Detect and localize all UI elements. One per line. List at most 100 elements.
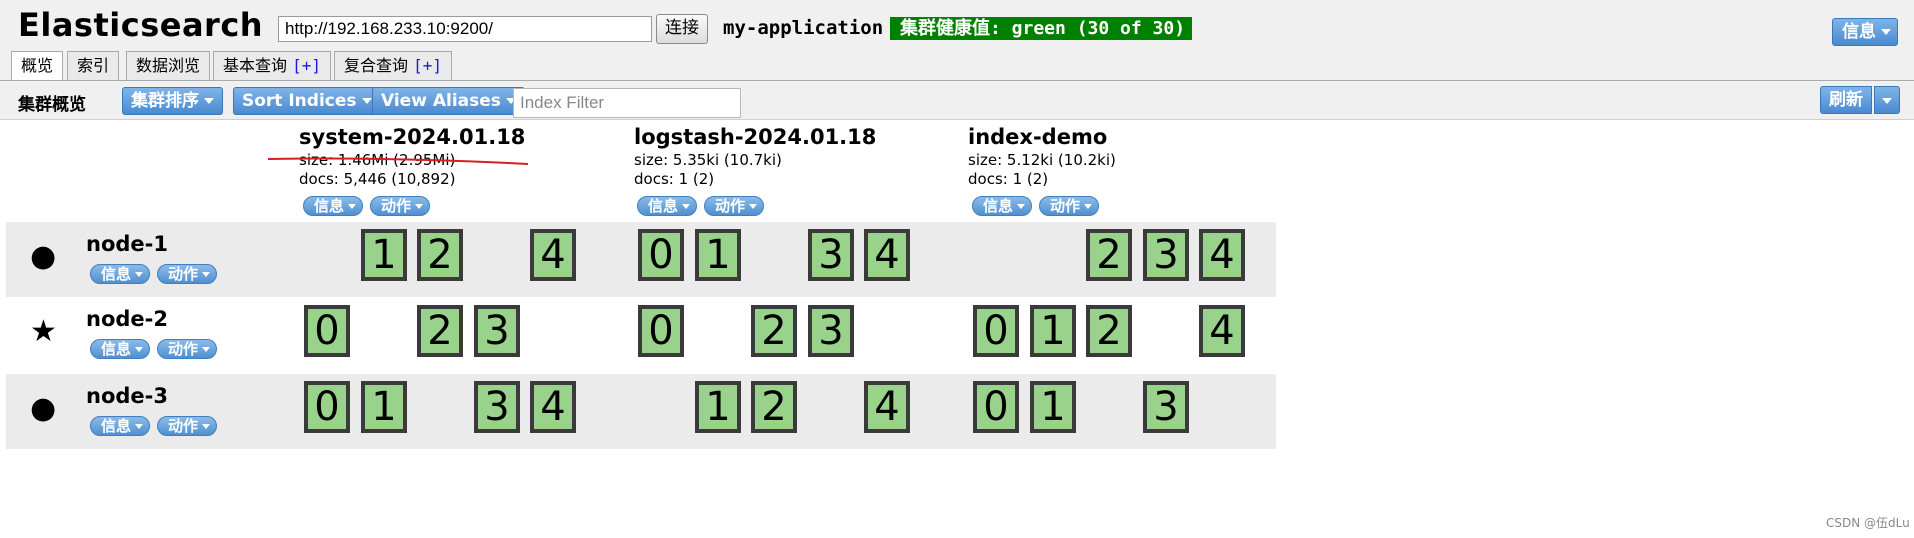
refresh-group: 刷新 — [1820, 86, 1900, 114]
chevron-down-icon — [348, 204, 357, 209]
index-action-button[interactable]: 动作 — [370, 196, 431, 216]
chevron-down-icon — [1017, 204, 1026, 209]
tab-overview[interactable]: 概览 — [11, 51, 64, 81]
chevron-down-icon — [682, 204, 691, 209]
index-name: logstash-2024.01.18 — [634, 125, 877, 149]
node-info-button[interactable]: 信息 — [90, 264, 151, 284]
shard-box[interactable]: 4 — [530, 229, 576, 281]
shard-box[interactable]: 0 — [638, 229, 684, 281]
index-buttons: 信息 动作 — [303, 196, 437, 216]
shard-box[interactable]: 3 — [474, 381, 520, 433]
shard-box[interactable]: 0 — [304, 381, 350, 433]
header-info-label: 信息 — [1842, 22, 1876, 42]
shard-box[interactable]: 2 — [1086, 229, 1132, 281]
shard-box[interactable]: 4 — [1199, 305, 1245, 357]
shard-box[interactable]: 4 — [864, 381, 910, 433]
shard-box[interactable]: 2 — [417, 305, 463, 357]
tab-basic-query[interactable]: 基本查询 [+] — [213, 51, 332, 80]
index-name: index-demo — [968, 125, 1108, 149]
info-label: 信息 — [983, 197, 1014, 215]
chevron-down-icon — [1084, 204, 1093, 209]
tab-browser[interactable]: 数据浏览 — [126, 51, 211, 80]
cluster-health-badge: 集群健康值: green (30 of 30) — [890, 17, 1192, 40]
refresh-options-button[interactable] — [1874, 86, 1900, 114]
chevron-down-icon — [202, 272, 211, 277]
shard-box[interactable]: 2 — [751, 381, 797, 433]
info-label: 信息 — [101, 417, 132, 435]
tab-plus: [+] — [413, 56, 443, 75]
shard-box[interactable]: 1 — [695, 381, 741, 433]
node-action-button[interactable]: 动作 — [157, 416, 218, 436]
shard-box[interactable]: 4 — [1199, 229, 1245, 281]
index-size: size: 5.35ki (10.7ki) — [634, 151, 782, 169]
chevron-down-icon — [202, 424, 211, 429]
sort-indices-label: Sort Indices — [242, 91, 357, 111]
circle-icon: ● — [30, 391, 57, 426]
tab-label: 概览 — [21, 56, 54, 75]
info-label: 信息 — [101, 265, 132, 283]
shard-box[interactable]: 1 — [361, 229, 407, 281]
shard-box[interactable]: 0 — [973, 305, 1019, 357]
tab-label: 索引 — [77, 56, 110, 75]
action-label: 动作 — [1050, 197, 1081, 215]
shard-box[interactable]: 4 — [530, 381, 576, 433]
chevron-down-icon — [415, 204, 424, 209]
node-info-button[interactable]: 信息 — [90, 416, 151, 436]
index-action-button[interactable]: 动作 — [704, 196, 765, 216]
node-row: ● node-3 信息 动作 — [6, 374, 1276, 449]
info-label: 信息 — [648, 197, 679, 215]
node-action-button[interactable]: 动作 — [157, 339, 218, 359]
index-info-button[interactable]: 信息 — [637, 196, 698, 216]
chevron-down-icon — [135, 272, 144, 277]
node-name: node-3 — [86, 384, 168, 408]
index-docs: docs: 1 (2) — [968, 170, 1049, 188]
shard-box[interactable]: 4 — [864, 229, 910, 281]
shard-box[interactable]: 1 — [361, 381, 407, 433]
tab-label: 数据浏览 — [136, 56, 201, 75]
header-info-button[interactable]: 信息 — [1832, 18, 1898, 46]
shard-box[interactable]: 1 — [1030, 381, 1076, 433]
shard-box[interactable]: 3 — [474, 305, 520, 357]
tab-label: 基本查询 — [223, 56, 288, 75]
refresh-button[interactable]: 刷新 — [1820, 86, 1872, 114]
shard-box[interactable]: 0 — [638, 305, 684, 357]
shard-box[interactable]: 2 — [417, 229, 463, 281]
app-header: Elasticsearch http://192.168.233.10:9200… — [0, 0, 1914, 51]
node-buttons: 信息 动作 — [90, 416, 224, 436]
action-label: 动作 — [381, 197, 412, 215]
shard-box[interactable]: 2 — [751, 305, 797, 357]
tab-label: 复合查询 — [344, 56, 409, 75]
shard-box[interactable]: 3 — [1143, 229, 1189, 281]
index-info-button[interactable]: 信息 — [972, 196, 1033, 216]
connect-button[interactable]: 连接 — [656, 14, 708, 44]
view-aliases-button[interactable]: View Aliases — [372, 87, 525, 115]
shard-box[interactable]: 1 — [695, 229, 741, 281]
red-strike-annotation — [268, 157, 528, 165]
shard-box[interactable]: 3 — [808, 305, 854, 357]
index-buttons: 信息 动作 — [637, 196, 771, 216]
node-info-button[interactable]: 信息 — [90, 339, 151, 359]
node-action-button[interactable]: 动作 — [157, 264, 218, 284]
tab-compound-query[interactable]: 复合查询 [+] — [334, 51, 453, 80]
shard-box[interactable]: 3 — [1143, 381, 1189, 433]
action-label: 动作 — [168, 417, 199, 435]
index-name: system-2024.01.18 — [299, 125, 526, 149]
tab-indices[interactable]: 索引 — [67, 51, 120, 80]
chevron-down-icon — [135, 424, 144, 429]
url-input[interactable]: http://192.168.233.10:9200/ — [278, 16, 652, 42]
action-label: 动作 — [168, 340, 199, 358]
index-action-button[interactable]: 动作 — [1039, 196, 1100, 216]
sort-cluster-button[interactable]: 集群排序 — [122, 87, 223, 115]
shard-box[interactable]: 3 — [808, 229, 854, 281]
index-info-button[interactable]: 信息 — [303, 196, 364, 216]
view-aliases-label: View Aliases — [381, 91, 501, 111]
index-size: size: 5.12ki (10.2ki) — [968, 151, 1116, 169]
watermark: CSDN @伍dLu — [1826, 516, 1910, 530]
chevron-down-icon — [202, 347, 211, 352]
index-filter-input[interactable]: Index Filter — [513, 88, 741, 118]
shard-box[interactable]: 1 — [1030, 305, 1076, 357]
shard-box[interactable]: 0 — [304, 305, 350, 357]
sort-indices-button[interactable]: Sort Indices — [233, 87, 381, 115]
shard-box[interactable]: 0 — [973, 381, 1019, 433]
shard-box[interactable]: 2 — [1086, 305, 1132, 357]
